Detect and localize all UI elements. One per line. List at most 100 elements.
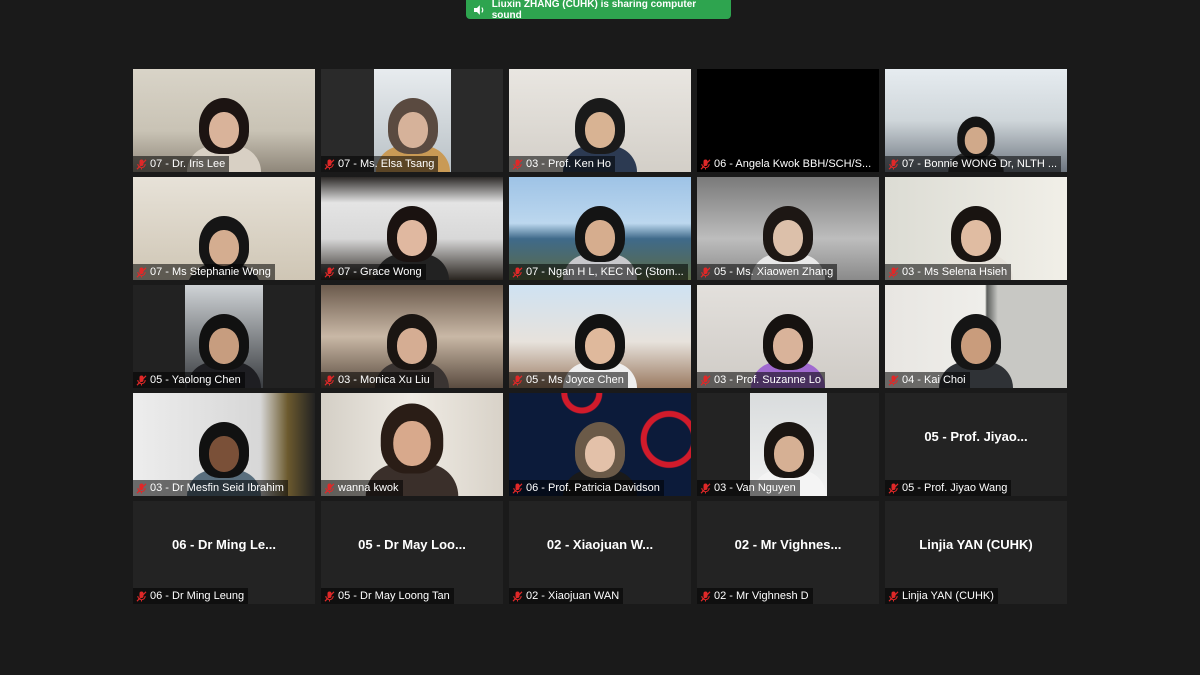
participant-nameplate: wanna kwok xyxy=(321,480,403,496)
participant-tile-03-dr-mesfin-seid-ibrahim[interactable]: 03 - Dr Mesfin Seid Ibrahim xyxy=(133,393,315,496)
participant-tile-03-prof-suzanne-lo[interactable]: 03 - Prof. Suzanne Lo xyxy=(697,285,879,388)
participant-tile-07-ms-stephanie-wong[interactable]: 07 - Ms Stephanie Wong xyxy=(133,177,315,280)
mic-muted-icon xyxy=(136,266,147,278)
participant-tile-07-bonnie-wong-dr-nlth[interactable]: 07 - Bonnie WONG Dr, NLTH ... xyxy=(885,69,1067,172)
mic-muted-icon xyxy=(512,482,523,494)
mic-muted-icon xyxy=(512,266,523,278)
participant-nameplate: 06 - Dr Ming Leung xyxy=(133,588,249,604)
mic-muted-icon xyxy=(700,266,711,278)
participant-name: 03 - Prof. Suzanne Lo xyxy=(714,374,822,386)
mic-muted-icon xyxy=(888,374,899,386)
mic-muted-icon xyxy=(700,158,711,170)
participant-nameplate: 02 - Mr Vighnesh D xyxy=(697,588,813,604)
participant-nameplate: 05 - Yaolong Chen xyxy=(133,372,245,388)
participant-tile-07-grace-wong[interactable]: 07 - Grace Wong xyxy=(321,177,503,280)
participant-nameplate: 07 - Ngan H L, KEC NC (Stom... xyxy=(509,264,688,280)
participant-nameplate: 05 - Ms Joyce Chen xyxy=(509,372,628,388)
participant-name: 06 - Angela Kwok BBH/SCH/S... xyxy=(714,158,872,170)
participant-name: 05 - Yaolong Chen xyxy=(150,374,241,386)
mic-muted-icon xyxy=(324,374,335,386)
participant-nameplate: 07 - Ms Stephanie Wong xyxy=(133,264,275,280)
participant-name: 07 - Bonnie WONG Dr, NLTH ... xyxy=(902,158,1058,170)
participant-nameplate: 06 - Prof. Patricia Davidson xyxy=(509,480,664,496)
mic-muted-icon xyxy=(324,482,335,494)
participant-tile-07-ngan-h-l-kec-nc-stom[interactable]: 07 - Ngan H L, KEC NC (Stom... xyxy=(509,177,691,280)
sharing-sound-banner: Liuxin ZHANG (CUHK) is sharing computer … xyxy=(466,0,731,21)
mic-muted-icon xyxy=(136,482,147,494)
participant-nameplate: 03 - Van Nguyen xyxy=(697,480,800,496)
participant-name: 05 - Ms Joyce Chen xyxy=(526,374,624,386)
mic-muted-icon xyxy=(512,590,523,602)
participant-tile-05-prof-jiyao-wang[interactable]: 05 - Prof. Jiyao... 05 - Prof. Jiyao Wang xyxy=(885,393,1067,496)
mic-muted-icon xyxy=(324,266,335,278)
participant-name: 06 - Dr Ming Leung xyxy=(150,590,245,602)
participant-tile-02-mr-vighnesh-d[interactable]: 02 - Mr Vighnes... 02 - Mr Vighnesh D xyxy=(697,501,879,604)
participant-tile-03-van-nguyen[interactable]: 03 - Van Nguyen xyxy=(697,393,879,496)
participant-name: 07 - Ngan H L, KEC NC (Stom... xyxy=(526,266,684,278)
participant-tile-07-dr-iris-lee[interactable]: 07 - Dr. Iris Lee xyxy=(133,69,315,172)
participant-nameplate: 05 - Ms. Xiaowen Zhang xyxy=(697,264,838,280)
participant-name: wanna kwok xyxy=(338,482,399,494)
participant-name: 03 - Van Nguyen xyxy=(714,482,796,494)
speaker-icon xyxy=(474,4,484,15)
participant-tile-linjia-yan-cuhk[interactable]: Linjia YAN (CUHK) Linjia YAN (CUHK) xyxy=(885,501,1067,604)
participant-name: 05 - Dr May Loong Tan xyxy=(338,590,450,602)
participant-nameplate: 07 - Bonnie WONG Dr, NLTH ... xyxy=(885,156,1062,172)
participant-name: 07 - Grace Wong xyxy=(338,266,422,278)
participant-name: 03 - Prof. Ken Ho xyxy=(526,158,611,170)
participant-tile-06-prof-patricia-davidson[interactable]: 06 - Prof. Patricia Davidson xyxy=(509,393,691,496)
participant-tile-04-kai-choi[interactable]: 04 - Kai Choi xyxy=(885,285,1067,388)
participant-tile-03-monica-xu-liu[interactable]: 03 - Monica Xu Liu xyxy=(321,285,503,388)
participant-tile-03-prof-ken-ho[interactable]: 03 - Prof. Ken Ho xyxy=(509,69,691,172)
participant-display-name: 06 - Dr Ming Le... xyxy=(171,537,276,552)
mic-muted-icon xyxy=(324,158,335,170)
mic-muted-icon xyxy=(888,266,899,278)
participant-display-name: 05 - Prof. Jiyao... xyxy=(924,429,1028,444)
participant-name: 05 - Prof. Jiyao Wang xyxy=(902,482,1008,494)
participant-name: 07 - Dr. Iris Lee xyxy=(150,158,226,170)
participant-name: 05 - Ms. Xiaowen Zhang xyxy=(714,266,834,278)
mic-muted-icon xyxy=(888,482,899,494)
mic-muted-icon xyxy=(512,158,523,170)
participant-nameplate: 02 - Xiaojuan WAN xyxy=(509,588,624,604)
participant-display-name: 02 - Mr Vighnes... xyxy=(734,537,842,552)
mic-muted-icon xyxy=(136,158,147,170)
mic-muted-icon xyxy=(136,590,147,602)
sharing-sound-text: Liuxin ZHANG (CUHK) is sharing computer … xyxy=(491,0,697,21)
mic-muted-icon xyxy=(888,590,899,602)
participant-nameplate: 07 - Grace Wong xyxy=(321,264,426,280)
participant-tile-05-dr-may-loong-tan[interactable]: 05 - Dr May Loo... 05 - Dr May Loong Tan xyxy=(321,501,503,604)
participant-tile-05-ms-joyce-chen[interactable]: 05 - Ms Joyce Chen xyxy=(509,285,691,388)
participant-display-name: 02 - Xiaojuan W... xyxy=(546,537,654,552)
participant-tile-05-ms-xiaowen-zhang[interactable]: 05 - Ms. Xiaowen Zhang xyxy=(697,177,879,280)
participant-display-name: 05 - Dr May Loo... xyxy=(358,537,466,552)
participant-tile-wanna-kwok[interactable]: wanna kwok xyxy=(321,393,503,496)
participant-nameplate: Linjia YAN (CUHK) xyxy=(885,588,998,604)
participant-tile-06-dr-ming-leung[interactable]: 06 - Dr Ming Le... 06 - Dr Ming Leung xyxy=(133,501,315,604)
participant-name: 03 - Ms Selena Hsieh xyxy=(902,266,1008,278)
mic-muted-icon xyxy=(512,374,523,386)
participant-nameplate: 07 - Dr. Iris Lee xyxy=(133,156,230,172)
participant-nameplate: 06 - Angela Kwok BBH/SCH/S... xyxy=(697,156,876,172)
participant-name: 02 - Mr Vighnesh D xyxy=(714,590,809,602)
participant-nameplate: 03 - Dr Mesfin Seid Ibrahim xyxy=(133,480,288,496)
participant-gallery: 07 - Dr. Iris Lee 07 - Ms. Elsa Tsang 03 -… xyxy=(133,69,1067,604)
mic-muted-icon xyxy=(700,374,711,386)
participant-nameplate: 05 - Dr May Loong Tan xyxy=(321,588,454,604)
mic-muted-icon xyxy=(136,374,147,386)
participant-name: 04 - Kai Choi xyxy=(902,374,966,386)
mic-muted-icon xyxy=(700,482,711,494)
mic-muted-icon xyxy=(324,590,335,602)
mic-muted-icon xyxy=(700,590,711,602)
participant-tile-03-ms-selena-hsieh[interactable]: 03 - Ms Selena Hsieh xyxy=(885,177,1067,280)
participant-tile-02-xiaojuan-wan[interactable]: 02 - Xiaojuan W... 02 - Xiaojuan WAN xyxy=(509,501,691,604)
participant-display-name: Linjia YAN (CUHK) xyxy=(919,537,1033,552)
participant-tile-05-yaolong-chen[interactable]: 05 - Yaolong Chen xyxy=(133,285,315,388)
participant-name: 03 - Dr Mesfin Seid Ibrahim xyxy=(150,482,284,494)
participant-nameplate: 07 - Ms. Elsa Tsang xyxy=(321,156,439,172)
participant-tile-07-ms-elsa-tsang[interactable]: 07 - Ms. Elsa Tsang xyxy=(321,69,503,172)
participant-tile-06-angela-kwok-bbh-sch-s[interactable]: 06 - Angela Kwok BBH/SCH/S... xyxy=(697,69,879,172)
participant-nameplate: 04 - Kai Choi xyxy=(885,372,970,388)
participant-nameplate: 03 - Prof. Ken Ho xyxy=(509,156,615,172)
participant-name: 07 - Ms Stephanie Wong xyxy=(150,266,271,278)
